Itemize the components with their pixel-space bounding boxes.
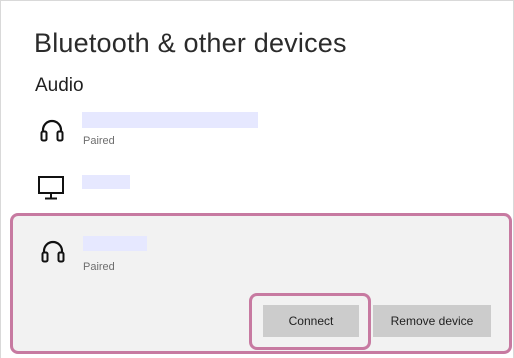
device-item-headphones-1[interactable]: Paired bbox=[21, 105, 491, 155]
settings-window: Bluetooth & other devices Audio Paired P… bbox=[0, 0, 514, 358]
device-status: Paired bbox=[83, 261, 115, 273]
connect-button-highlight bbox=[249, 293, 371, 350]
device-status: Paired bbox=[83, 135, 115, 147]
device-name-redacted bbox=[82, 112, 258, 128]
headphones-icon bbox=[40, 119, 64, 142]
section-heading-audio: Audio bbox=[35, 75, 84, 96]
device-name-redacted bbox=[82, 175, 130, 189]
monitor-icon bbox=[38, 176, 64, 200]
page-title: Bluetooth & other devices bbox=[34, 28, 347, 58]
device-name-redacted bbox=[83, 236, 147, 251]
remove-device-button[interactable]: Remove device bbox=[373, 305, 491, 337]
headphones-icon bbox=[41, 240, 65, 263]
device-item-monitor[interactable] bbox=[21, 167, 491, 207]
